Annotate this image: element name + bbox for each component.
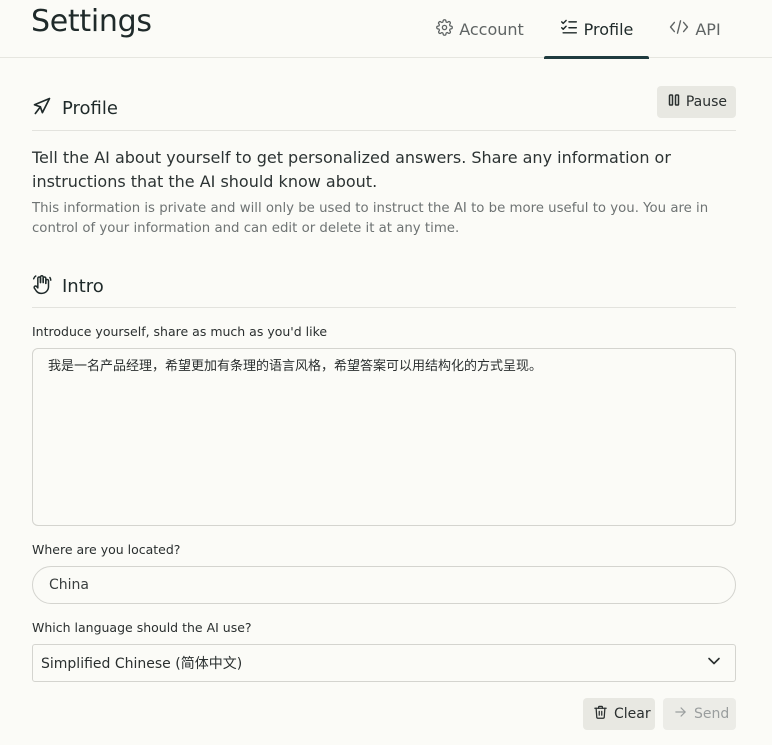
checklist-icon: [560, 19, 578, 39]
clear-button[interactable]: Clear: [583, 698, 655, 730]
intro-section-title: Intro: [62, 276, 104, 297]
settings-header: Settings Account Profile API: [0, 0, 772, 59]
language-field-label: Which language should the AI use?: [32, 620, 252, 635]
gear-icon: [436, 18, 454, 40]
tab-profile[interactable]: Profile: [544, 0, 649, 59]
send-button[interactable]: Send: [663, 698, 736, 730]
location-value: China: [49, 577, 89, 593]
profile-section-title: Profile: [62, 97, 118, 119]
chevron-down-icon: [707, 654, 721, 672]
send-button-label: Send: [694, 706, 730, 722]
location-field-label: Where are you located?: [32, 542, 181, 557]
pause-button[interactable]: Pause: [656, 86, 736, 118]
profile-section-header: Profile Pause: [32, 86, 736, 131]
pause-button-label: Pause: [685, 94, 727, 110]
intro-textarea[interactable]: 我是一名产品经理，希望更加有条理的语言风格，希望答案可以用结构化的方式呈现。: [32, 348, 736, 526]
page-title: Settings: [31, 4, 152, 39]
tab-profile-label: Profile: [583, 19, 634, 39]
language-value: Simplified Chinese (简体中文): [41, 656, 243, 672]
profile-description: Tell the AI about yourself to get person…: [32, 148, 671, 191]
location-input[interactable]: China: [32, 566, 736, 604]
pause-icon: [668, 94, 680, 110]
tab-api[interactable]: API: [661, 0, 729, 58]
clear-button-label: Clear: [614, 706, 651, 722]
tab-account-label: Account: [459, 19, 524, 39]
privacy-note: This information is private and will onl…: [32, 201, 709, 236]
tab-api-label: API: [695, 19, 721, 39]
waving-hand-icon: [32, 274, 52, 300]
code-icon: [669, 19, 689, 39]
trash-icon: [593, 704, 608, 724]
intro-section-header: Intro: [32, 266, 736, 308]
language-select[interactable]: Simplified Chinese (简体中文): [32, 644, 736, 682]
intro-field-label: Introduce yourself, share as much as you…: [32, 324, 328, 339]
tab-account[interactable]: Account: [430, 0, 530, 58]
arrow-right-icon: [673, 705, 688, 723]
send-arrow-icon: [32, 96, 52, 120]
